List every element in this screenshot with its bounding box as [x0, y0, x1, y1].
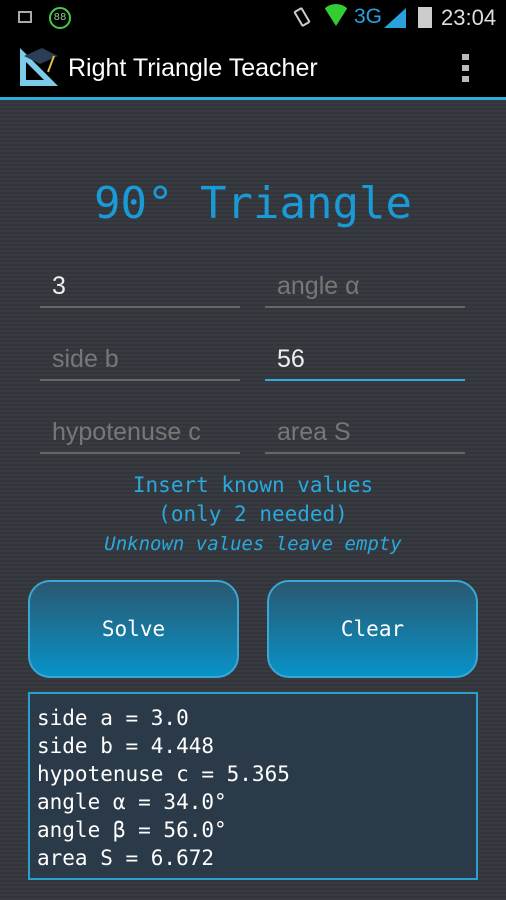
- result-line: area S = 6.672: [37, 846, 215, 870]
- result-line: angle β = 56.0°: [37, 818, 227, 842]
- result-line: angle α = 34.0°: [37, 790, 227, 814]
- battery-saver-icon: 88: [49, 7, 71, 29]
- result-line: side b = 4.448: [37, 734, 215, 758]
- clear-button[interactable]: Clear: [267, 580, 478, 678]
- clock: 23:04: [441, 5, 497, 30]
- hint-only-two: (only 2 needed): [158, 502, 348, 526]
- side-a-input[interactable]: 3: [40, 268, 240, 308]
- result-line: hypotenuse c = 5.365: [37, 762, 290, 786]
- app-bar: Right Triangle Teacher: [0, 36, 506, 100]
- app-logo-icon[interactable]: [18, 46, 60, 88]
- angle-beta-input[interactable]: 56: [265, 341, 465, 381]
- area-s-input[interactable]: area S: [265, 414, 465, 454]
- network-type: 3G: [354, 5, 383, 28]
- page-title: 90° Triangle: [94, 178, 412, 229]
- hint-unknown: Unknown values leave empty: [104, 533, 402, 555]
- wifi-icon: [322, 4, 350, 26]
- results-panel: side a = 3.0 side b = 4.448 hypotenuse c…: [28, 692, 478, 880]
- hint-insert: Insert known values: [132, 473, 374, 497]
- vibrate-icon: [293, 6, 311, 28]
- overflow-menu-icon[interactable]: [462, 54, 469, 82]
- app-title: Right Triangle Teacher: [68, 54, 318, 82]
- image-icon: [18, 11, 32, 23]
- solve-button[interactable]: Solve: [28, 580, 239, 678]
- battery-icon: [418, 7, 432, 28]
- angle-alpha-input[interactable]: angle α: [265, 268, 465, 308]
- status-bar: 88 3G 23:04: [0, 0, 506, 36]
- hypotenuse-c-input[interactable]: hypotenuse c: [40, 414, 240, 454]
- side-b-input[interactable]: side b: [40, 341, 240, 381]
- result-line: side a = 3.0: [37, 706, 189, 730]
- signal-icon: [384, 8, 406, 28]
